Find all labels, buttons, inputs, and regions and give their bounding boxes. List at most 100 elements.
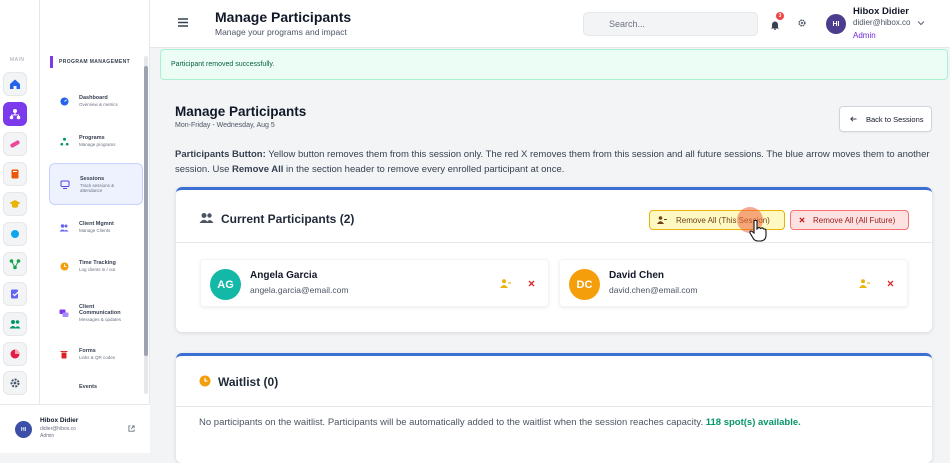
help-bold: Participants Button:	[175, 149, 266, 160]
header-title: Manage Participants	[215, 9, 352, 25]
menu-item-title: Events	[79, 384, 98, 390]
current-participants-title: Current Participants (2)	[221, 212, 355, 226]
book-icon[interactable]	[3, 162, 27, 186]
menu-item-sub: Log clients in / out	[79, 267, 116, 272]
menu-item-sub: Links & QR codes	[79, 355, 116, 360]
back-label: Back to Sessions	[866, 114, 924, 124]
waitlist-text: No participants on the waitlist. Partici…	[199, 417, 704, 428]
menu-item-title: Programs	[79, 135, 105, 141]
header-subtitle: Manage your programs and impact	[215, 27, 347, 37]
hand-cursor-icon	[749, 219, 767, 242]
spots-available: 118 spot(s) available.	[705, 417, 801, 428]
participant-email: angela.garcia@email.com	[250, 285, 349, 295]
sidebar-user-card[interactable]: HI Hibox Didier didier@hibox.co Admin	[0, 404, 150, 453]
menu-item-events[interactable]: Events	[49, 372, 143, 402]
external-link-icon[interactable]	[128, 425, 135, 432]
menu-item-client-mgmnt[interactable]: Client Mgmnt Manage Clients	[49, 207, 143, 247]
menu-item-sub: Track sessions & attendance	[80, 182, 115, 193]
network-icon[interactable]	[3, 252, 27, 276]
close-icon[interactable]	[528, 280, 535, 287]
participant-name: David Chen	[609, 270, 665, 281]
dashboard-icon	[59, 96, 69, 106]
waitlist-title: Waitlist (0)	[218, 375, 279, 389]
user-minus-icon[interactable]	[500, 279, 511, 288]
menu-item-sub: Manage Clients	[79, 228, 111, 233]
graduation-icon[interactable]	[3, 192, 27, 216]
menu-item-programs[interactable]: Programs Manage programs	[49, 121, 143, 161]
bell-icon	[771, 21, 779, 31]
menu-item-title: Time Tracking	[79, 260, 116, 266]
waitlist-message: No participants on the waitlist. Partici…	[199, 417, 801, 428]
clipboard-icon[interactable]	[3, 282, 27, 306]
home-icon[interactable]	[3, 72, 27, 96]
trash-icon	[60, 350, 68, 358]
help-bold-remove-all: Remove All	[232, 164, 284, 175]
remove-all-all-future-button[interactable]: Remove All (All Future)	[790, 210, 909, 230]
menu-item-time-tracking[interactable]: Time Tracking Log clients in / out	[49, 246, 143, 286]
menu-scrollbar[interactable]	[144, 56, 148, 394]
close-icon	[799, 217, 805, 223]
pie-chart-icon[interactable]	[3, 342, 27, 366]
page-title: Manage Participants	[175, 104, 307, 119]
waitlist-card	[176, 353, 932, 463]
participant-name: Angela Garcia	[250, 270, 318, 281]
menu-item-sub: Manage programs	[79, 142, 116, 147]
help-text: Participants Button: Yellow button remov…	[175, 147, 935, 177]
session-date: Mon-Friday - Wednesday, Aug 5	[175, 122, 275, 129]
menu-item-sub: Overview & metrics	[79, 102, 118, 107]
top-bar: Manage Participants Manage your programs…	[150, 0, 950, 48]
avatar: DC	[569, 269, 600, 300]
clock-icon	[59, 261, 69, 271]
menu-item-sub: Messages & updates	[79, 317, 122, 322]
user-minus-icon	[657, 216, 667, 224]
menu-item-title: Client Communication	[79, 304, 121, 316]
back-to-sessions-button[interactable]: Back to Sessions	[839, 106, 932, 132]
sidebar-user-name: Hibox Didier	[40, 417, 79, 424]
menu-item-title: Forms	[79, 348, 96, 354]
pill-icon[interactable]	[3, 132, 27, 156]
header-user-email: didier@hibox.co	[853, 18, 911, 27]
header-user-name: Hibox Didier	[853, 6, 909, 17]
clock-icon	[199, 375, 211, 387]
avatar: AG	[210, 269, 241, 300]
avatar[interactable]: HI	[826, 14, 846, 34]
hamburger-menu-icon[interactable]	[178, 18, 188, 27]
program-management-heading: PROGRAM MANAGEMENT	[50, 56, 130, 68]
menu-item-client-communication[interactable]: Client Communication Messages & updates	[49, 291, 143, 335]
success-alert: Participant removed successfully.	[160, 49, 948, 80]
menu-item-title: Dashboard	[79, 95, 108, 101]
chat-icon	[59, 309, 69, 317]
icon-rail: MAIN	[0, 0, 40, 453]
participant-card: AG Angela Garcia angela.garcia@email.com	[200, 259, 549, 307]
monitor-icon	[60, 180, 70, 189]
gear-icon[interactable]	[798, 19, 806, 27]
participant-card: DC David Chen david.chen@email.com	[559, 259, 908, 307]
arrow-left-icon	[850, 116, 857, 122]
users-icon[interactable]	[3, 312, 27, 336]
menu-item-dashboard[interactable]: Dashboard Overview & metrics	[49, 81, 143, 121]
search-input[interactable]: Search...	[583, 12, 758, 36]
participant-email: david.chen@email.com	[609, 285, 698, 295]
menu-item-title: Sessions	[80, 175, 105, 182]
header-user-role: Admin	[853, 31, 876, 40]
settings-icon[interactable]	[3, 371, 27, 395]
user-minus-icon[interactable]	[859, 279, 870, 288]
notification-button[interactable]: 3	[770, 12, 784, 35]
avatar: HI	[15, 421, 32, 438]
sidebar-user-role: Admin	[40, 433, 55, 439]
notification-count: 3	[776, 12, 784, 20]
users-icon	[199, 213, 214, 223]
menu-item-forms[interactable]: Forms Links & QR codes	[49, 334, 143, 374]
close-icon[interactable]	[887, 280, 894, 287]
menu-item-sessions[interactable]: Sessions Track sessions & attendance	[49, 163, 143, 205]
users-icon	[59, 223, 69, 231]
sitemap-icon	[59, 137, 69, 146]
sidebar-user-email: didier@hibox.co	[40, 426, 76, 432]
help-text-part: in the section header to remove every en…	[283, 164, 565, 175]
section-label: MAIN	[10, 57, 25, 63]
circle-icon[interactable]	[3, 222, 27, 246]
remove-future-label: Remove All (All Future)	[813, 215, 896, 225]
menu-item-title: Client Mgmnt	[79, 221, 114, 227]
sitemap-icon[interactable]	[3, 102, 27, 126]
chevron-down-icon[interactable]	[917, 20, 925, 26]
